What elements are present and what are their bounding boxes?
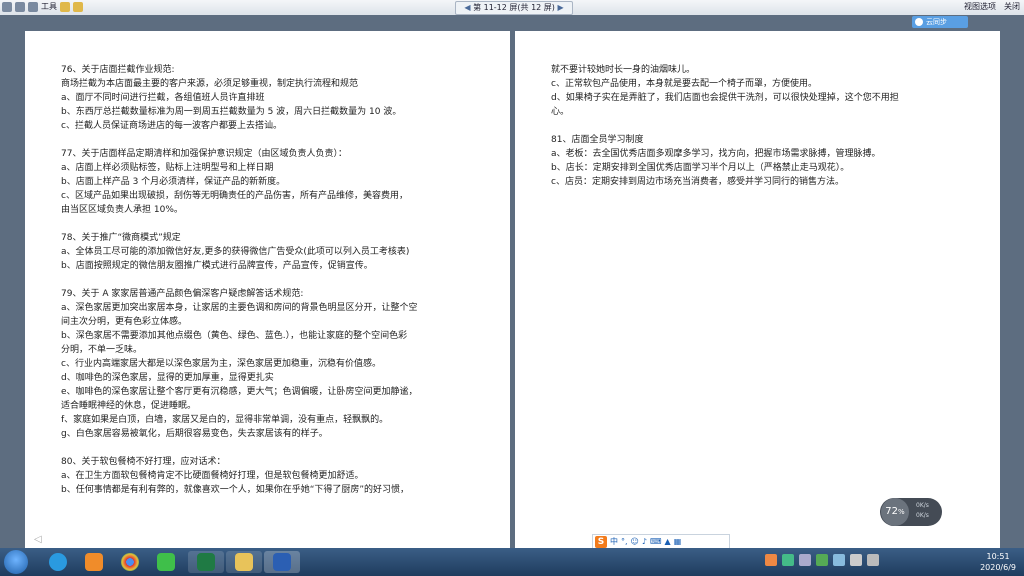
download-rate: 0K/s (916, 512, 929, 519)
tray-wechat-icon[interactable] (816, 554, 828, 566)
system-tray (765, 554, 879, 566)
page-right: 就不要计较她时长一身的油烟味儿。 c、正常软包产品使用，本身就是要去配一个椅子而罩… (515, 31, 1000, 548)
page-setup-icon[interactable] (15, 2, 25, 12)
system-clock[interactable]: 10:51 2020/6/9 (980, 551, 1016, 573)
tray-app-icon[interactable] (765, 554, 777, 566)
zoom-value: 72 (885, 506, 899, 517)
document-line: a、深色家居更加突出家居本身，让家居的主要色调和房间的背景色明显区分开，让整个空 (61, 303, 418, 313)
document-line: d、咖啡色的深色家居，显得的更加厚重，显得更扎实 (61, 373, 274, 383)
view-options-button[interactable]: 视图选项 (964, 1, 996, 13)
document-line: 商场拦截为本店面最主要的客户来源，必须足够重视，制定执行流程和规范 (61, 79, 359, 89)
document-line: 间主次分明，更有色彩立体感。 (61, 317, 188, 327)
document-line: 适合睡眠神经的休息，促进睡眠。 (61, 401, 197, 411)
document-line: b、店长：定期安排到全国优秀店面学习半个月以上（严格禁止走马观花）。 (551, 163, 850, 173)
document-line: b、深色家居不需要添加其他点缀色（黄色、绿色、蓝色.），也能让家庭的整个空间色彩 (61, 331, 408, 341)
document-line: 76、关于店面拦截作业规范: (61, 65, 175, 75)
document-area: 76、关于店面拦截作业规范: 商场拦截为本店面最主要的客户来源，必须足够重视，制定… (0, 15, 1024, 548)
document-line: f、家庭如果是白顶，白墙，家居又是白的，显得非常单调，没有重点，轻飘飘的。 (61, 415, 389, 425)
reading-toolbar: 工具 ◀ 第 11-12 屏(共 12 屏) ▶ 视图选项 关闭 (0, 0, 1024, 16)
zoom-widget[interactable]: 72% 0K/s 0K/s (880, 498, 942, 526)
emoji-icon[interactable]: ☺ (631, 537, 639, 546)
document-line: b、店面上样产品 3 个月必须清样，保证产品的新新度。 (61, 177, 286, 187)
toolbox-icon[interactable]: ▦ (674, 537, 682, 546)
highlight-icon[interactable] (60, 2, 70, 12)
document-line: b、店面按照规定的微信朋友圈推广模式进行品牌宣传，产品宣传，促销宣传。 (61, 261, 373, 271)
cloud-icon (915, 18, 923, 26)
windows-taskbar: 10:51 2020/6/9 (0, 548, 1024, 576)
cloud-sync-button[interactable]: 云同步 (912, 16, 968, 28)
net-rates: 0K/s 0K/s (916, 501, 929, 521)
page-left: 76、关于店面拦截作业规范: 商场拦截为本店面最主要的客户来源，必须足够重视，制定… (25, 31, 510, 548)
tray-network-icon[interactable] (799, 554, 811, 566)
close-button[interactable]: 关闭 (1004, 1, 1020, 13)
clock-time: 10:51 (986, 552, 1010, 561)
page-turn-icon[interactable]: ◁ (34, 534, 42, 545)
document-line: a、老板：去全国优秀店面多观摩多学习，找方向，把握市场需求脉搏，管理脉搏。 (551, 149, 881, 159)
start-button[interactable] (4, 550, 28, 574)
document-line: c、店员：定期安排到周边市场充当消费者，感受并学习同行的销售方法。 (551, 177, 844, 187)
document-line: 80、关于软包餐椅不好打理，应对话术： (61, 457, 226, 467)
document-line: 由当区区域负责人承担 10%。 (61, 205, 183, 215)
document-line: 79、关于 A 家家居普通产品颜色偏深客户疑虑解答话术规范: (61, 289, 304, 299)
taskbar-app-k[interactable] (40, 551, 76, 573)
document-line: a、店面上样必须贴标签，贴标上注明型号和上样日期 (61, 163, 274, 173)
document-line: g、白色家居容易被氧化，后期很容易变色，失去家居该有的样子。 (61, 429, 328, 439)
split-view-icon[interactable] (2, 2, 12, 12)
toolbar-right-group: 视图选项 关闭 (964, 1, 1020, 13)
ime-toolbar[interactable]: S 中 °, ☺ ♪ ⌨ ▲ ▦ (592, 534, 730, 549)
upload-rate: 0K/s (916, 502, 929, 509)
document-line: 77、关于店面样品定期清样和加强保护意识规定（由区域负责人负责）： (61, 149, 347, 159)
document-line: c、拦截人员保证商场进店的每一波客户都要上去搭讪。 (61, 121, 282, 131)
document-line: a、在卫生方面软包餐椅肯定不比硬面餐椅好打理，但是软包餐椅更加舒适。 (61, 471, 364, 481)
document-line: 81、店面全员学习制度 (551, 135, 644, 145)
zoom-level[interactable]: 72% (881, 498, 909, 526)
document-line: 78、关于推广“微商模式”规定 (61, 233, 181, 243)
document-line: a、全体员工尽可能的添加微信好友,更多的获得微信广告受众(此项可以列入员工考核表… (61, 247, 410, 257)
document-line: c、正常软包产品使用，本身就是要去配一个椅子而罩，方便使用。 (551, 79, 817, 89)
voice-icon[interactable]: ♪ (642, 537, 647, 546)
tools-menu[interactable]: 工具 (41, 2, 57, 12)
document-line: c、区域产品如果出现破损，刮伤等无明确责任的产品伤害，所有产品维修，美容费用， (61, 191, 408, 201)
tray-ime-icon[interactable] (782, 554, 794, 566)
document-line: 心。 (551, 107, 570, 117)
clock-date: 2020/6/9 (980, 563, 1016, 572)
document-line: d、如果椅子实在是弄脏了，我们店面也会提供干洗剂，可以很快处理掉，这个您不用担 (551, 93, 899, 103)
taskbar-app-tuya[interactable] (76, 551, 112, 573)
toolbar-left-group: 工具 (2, 2, 83, 12)
page-navigator[interactable]: ◀ 第 11-12 屏(共 12 屏) ▶ (455, 1, 573, 15)
document-line: 分明，不单一乏味。 (61, 345, 143, 355)
document-line: b、任何事情都是有利有弊的，就像喜欢一个人，如果你在乎她“下得了厨房”的好习惯， (61, 485, 410, 495)
page-indicator: 第 11-12 屏(共 12 屏) (473, 3, 555, 12)
document-line: c、行业内高端家居大都是以深色家居为主，深色家居更加稳重，沉稳有价值感。 (61, 359, 381, 369)
tools-icon[interactable] (28, 2, 38, 12)
comment-icon[interactable] (73, 2, 83, 12)
explorer-icon[interactable] (226, 551, 262, 573)
zoom-unit: % (898, 508, 905, 516)
next-screen-icon[interactable]: ▶ (557, 3, 563, 12)
skin-icon[interactable]: ▲ (665, 537, 671, 546)
excel-icon[interactable] (188, 551, 224, 573)
prev-screen-icon[interactable]: ◀ (464, 3, 470, 12)
document-line: e、咖啡色的深色家居让整个客厅更有沉稳感，更大气；色调偏暖，让卧房空间更加静谧， (61, 387, 418, 397)
tray-power-icon[interactable] (867, 554, 879, 566)
cloud-sync-label: 云同步 (926, 18, 947, 26)
punctuation-icon[interactable]: °, (621, 537, 628, 546)
document-line: b、东西厅总拦截数量标准为周一到周五拦截数量为 5 波，周六日拦截数量为 10 … (61, 107, 402, 117)
tray-security-icon[interactable] (833, 554, 845, 566)
document-line: a、面厅不同时间进行拦截，各组值班人员许直排班 (61, 93, 265, 103)
wechat-icon[interactable] (148, 551, 184, 573)
chrome-icon[interactable] (112, 551, 148, 573)
ime-mode-toggle[interactable]: 中 (610, 536, 618, 547)
tray-volume-icon[interactable] (850, 554, 862, 566)
keyboard-icon[interactable]: ⌨ (650, 537, 662, 546)
document-line: 就不要计较她时长一身的油烟味儿。 (551, 65, 696, 75)
word-icon[interactable] (264, 551, 300, 573)
sogou-logo-icon[interactable]: S (595, 535, 607, 548)
